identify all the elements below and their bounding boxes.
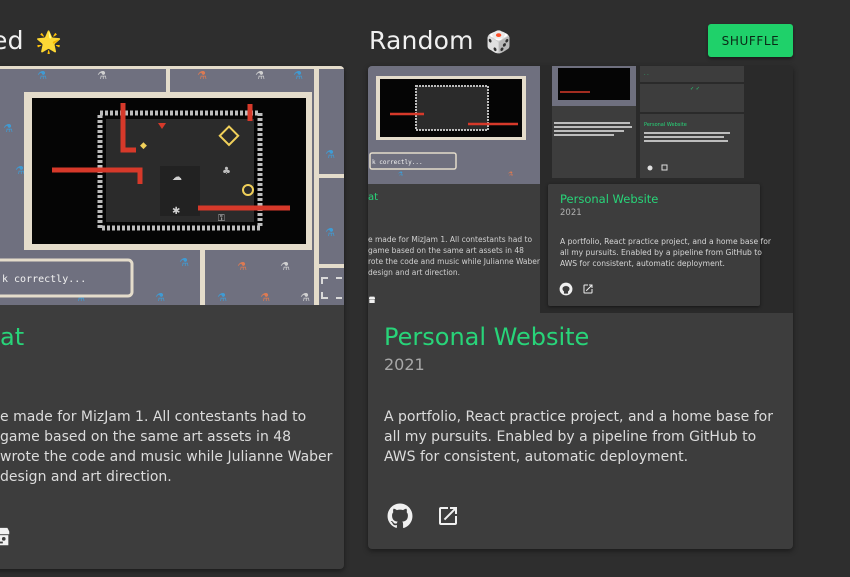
svg-text:⚗: ⚗ [155, 291, 165, 304]
mini-external-link-icon [583, 284, 593, 294]
project-description: A portfolio, React practice project, and… [384, 407, 793, 467]
svg-text:☁: ☁ [172, 172, 182, 183]
svg-text:⚗: ⚗ [325, 148, 335, 161]
svg-text:⚗: ⚗ [508, 171, 514, 178]
game-screenshot-art: ⚗ ⚗ ⚗ ⚗ ⚗ ⚗ ⚗ ⚗ ⚗ ⚗ ⚗ ⚗ ⚗ ⚗ ⚗ ⚗ ⚗ [0, 66, 344, 305]
svg-text:⚗: ⚗ [325, 226, 335, 239]
svg-text:⚗: ⚗ [280, 260, 290, 273]
svg-text:⚗: ⚗ [179, 256, 189, 269]
screenshot-random-preview: · · ✓ ✓ Personal Website Personal Website… [540, 66, 793, 313]
svg-text:✓ ✓: ✓ ✓ [690, 86, 700, 92]
svg-text:· ·: · · [644, 72, 649, 78]
github-icon [387, 503, 413, 529]
svg-text:◆: ◆ [140, 141, 147, 151]
svg-text:k correctly...: k correctly... [372, 159, 423, 166]
project-description: e made for MizJam 1. All contestants had… [0, 407, 344, 487]
svg-text:⚿: ⚿ [218, 214, 225, 224]
svg-text:Personal Website: Personal Website [644, 122, 687, 128]
game-screenshot[interactable]: ⚗ ⚗ ⚗ ⚗ ⚗ ⚗ ⚗ ⚗ ⚗ ⚗ ⚗ ⚗ ⚗ ⚗ ⚗ ⚗ ⚗ [0, 66, 344, 305]
project-year: 2021 [384, 355, 425, 374]
svg-text:⚗: ⚗ [300, 291, 310, 304]
dice-emoji-icon: 🎲 [485, 30, 513, 54]
mini-github-icon [559, 282, 573, 296]
preview-project-title: at [368, 192, 379, 203]
desc-line-1: A portfolio, React practice project, and… [384, 409, 773, 425]
svg-text:⚗: ⚗ [260, 291, 270, 304]
svg-text:⚗: ⚗ [293, 69, 303, 82]
svg-text:✱: ✱ [172, 206, 180, 217]
external-link[interactable] [436, 504, 460, 528]
svg-text:⚗: ⚗ [255, 69, 265, 82]
project-title[interactable]: at [0, 323, 24, 351]
itch-link-icon[interactable] [0, 525, 12, 549]
preview-game-art: k correctly... ⚗ ⚗ [368, 66, 540, 184]
screenshot-featured-preview: k correctly... ⚗ ⚗ at e made for MizJam … [368, 66, 540, 313]
project-screenshot[interactable]: k correctly... ⚗ ⚗ at e made for MizJam … [368, 66, 793, 313]
featured-title-text: ed [0, 26, 24, 55]
preview-itch-icon [369, 296, 375, 303]
random-title-text: Random [369, 26, 474, 55]
svg-text:⚗: ⚗ [398, 171, 404, 178]
desc-line-3: AWS for consistent, automatic deployment… [384, 449, 689, 465]
featured-section-title: ed 🌟 [0, 26, 62, 55]
svg-text:⚗: ⚗ [197, 69, 207, 82]
preview-project-description: e made for MizJam 1. All contestants had… [368, 235, 540, 277]
preview-mini-card: Personal Website 2021 A portfolio, React… [548, 184, 771, 306]
itch-icon [0, 527, 10, 546]
project-title[interactable]: Personal Website [384, 323, 589, 351]
svg-text:⚗: ⚗ [97, 69, 107, 82]
mini-card-year: 2021 [560, 208, 582, 218]
desc-line-2: game based on the same art assets in 48 [0, 429, 292, 445]
preview-deep-recursion: · · ✓ ✓ Personal Website [552, 66, 744, 178]
desc-line-4: design and art direction. [0, 469, 172, 485]
external-link-icon [439, 507, 457, 525]
mini-card-description: A portfolio, React practice project, and… [560, 237, 771, 268]
svg-text:♣: ♣ [222, 166, 231, 177]
game-dialog-text: k correctly... [2, 274, 86, 285]
svg-text:⚗: ⚗ [37, 69, 47, 82]
random-project-card: k correctly... ⚗ ⚗ at e made for MizJam … [368, 66, 793, 549]
desc-line-3: wrote the code and music while Julianne … [0, 449, 333, 465]
desc-line-1: e made for MizJam 1. All contestants had… [0, 409, 307, 425]
desc-line-2: all my pursuits. Enabled by a pipeline f… [384, 429, 757, 445]
random-section-title: Random 🎲 [369, 26, 512, 55]
shuffle-button[interactable]: SHUFFLE [708, 24, 793, 57]
github-link[interactable] [387, 503, 413, 529]
star-emoji-icon: 🌟 [35, 30, 63, 54]
mini-card-title: Personal Website [560, 192, 659, 206]
svg-text:⚗: ⚗ [3, 122, 13, 135]
svg-text:⚗: ⚗ [217, 291, 227, 304]
svg-text:⚗: ⚗ [15, 164, 25, 177]
featured-project-card: ⚗ ⚗ ⚗ ⚗ ⚗ ⚗ ⚗ ⚗ ⚗ ⚗ ⚗ ⚗ ⚗ ⚗ ⚗ ⚗ ⚗ [0, 66, 344, 569]
svg-text:⚗: ⚗ [237, 260, 247, 273]
